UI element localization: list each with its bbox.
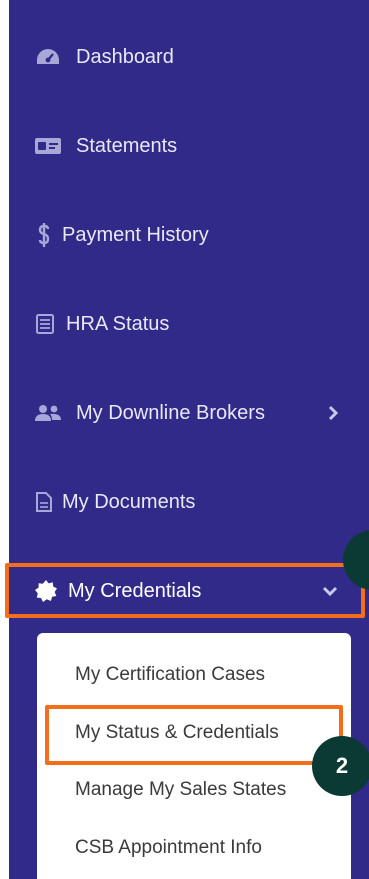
credentials-highlight-box [5, 563, 365, 618]
sidebar-edge [0, 0, 9, 879]
sidebar-item-label: My Downline Brokers [76, 401, 265, 424]
sidebar-item-statements[interactable]: Statements [10, 119, 360, 173]
sidebar-item-label: Dashboard [76, 45, 174, 68]
status-credentials-highlight-box [45, 705, 343, 765]
sidebar-item-documents[interactable]: My Documents [10, 475, 360, 529]
sidebar-item-downline-brokers[interactable]: My Downline Brokers [10, 386, 360, 440]
sidebar-item-payment-history[interactable]: Payment History [10, 208, 360, 262]
sidebar-item-label: HRA Status [66, 312, 170, 335]
step-badge: 2 [312, 736, 369, 796]
submenu-item-certification-cases[interactable]: My Certification Cases [75, 655, 265, 695]
page: Dashboard Statements Payment History HRA… [0, 0, 369, 879]
chevron-right-icon [328, 405, 338, 421]
users-icon [34, 401, 62, 425]
tachometer-icon [34, 45, 62, 69]
file-icon [34, 490, 54, 514]
sidebar-item-hra-status[interactable]: HRA Status [10, 297, 360, 351]
sidebar-item-label: Statements [76, 134, 178, 157]
submenu-item-manage-sales-states[interactable]: Manage My Sales States [75, 770, 286, 810]
document-list-icon [34, 312, 56, 336]
dollar-icon [34, 223, 54, 247]
submenu-item-csb-appointment-info[interactable]: CSB Appointment Info [75, 828, 262, 868]
sidebar-item-dashboard[interactable]: Dashboard [10, 30, 360, 84]
money-bill-icon [34, 134, 62, 158]
sidebar: Dashboard Statements Payment History HRA… [0, 0, 369, 879]
sidebar-item-label: Payment History [62, 223, 209, 246]
sidebar-item-label: My Documents [62, 490, 196, 513]
